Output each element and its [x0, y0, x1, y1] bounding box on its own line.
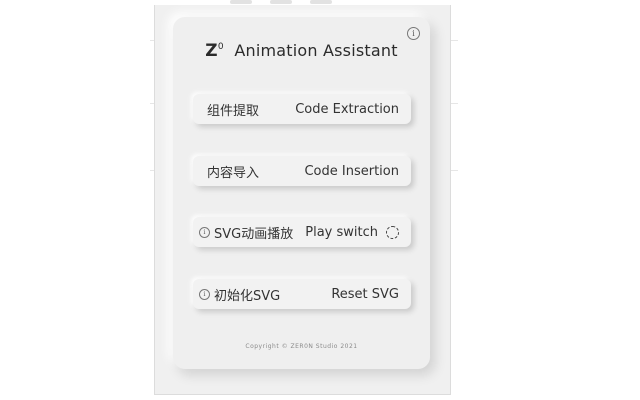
reset-svg-button[interactable]: i 初始化SVG Reset SVG [193, 279, 411, 309]
code-extraction-button[interactable]: 组件提取 Code Extraction [193, 94, 411, 124]
page-title: Z0 Animation Assistant [173, 41, 430, 61]
button-label-cn: 初始化SVG [214, 288, 281, 304]
background-element [270, 0, 292, 4]
loading-spinner-icon [386, 225, 399, 239]
background-element [310, 0, 332, 4]
copyright-text: Copyright © ZER0N Studio 2021 [245, 343, 358, 350]
code-insertion-button[interactable]: 内容导入 Code Insertion [193, 156, 411, 186]
info-icon[interactable]: i [199, 288, 210, 300]
info-icon[interactable]: i [199, 226, 210, 238]
extension-popup: i Z0 Animation Assistant 组件提取 Code Extra… [154, 5, 451, 395]
main-card: i Z0 Animation Assistant 组件提取 Code Extra… [173, 17, 430, 369]
button-left: i 初始化SVG [199, 285, 280, 304]
browser-viewport: i Z0 Animation Assistant 组件提取 Code Extra… [0, 0, 640, 400]
info-icon[interactable]: i [407, 27, 420, 40]
button-label-cn: SVG动画播放 [214, 226, 294, 242]
play-switch-button[interactable]: i SVG动画播放 Play switch [193, 217, 411, 247]
button-label-en: Play switch [305, 224, 378, 240]
button-label-cn: 内容导入 [207, 165, 260, 181]
logo-letter: Z [205, 41, 218, 61]
button-label-en: Code Insertion [304, 163, 399, 179]
button-right: Play switch [305, 225, 399, 240]
button-left: i SVG动画播放 [199, 223, 293, 242]
logo-superscript: 0 [217, 42, 224, 52]
button-label-en: Reset SVG [331, 286, 399, 302]
button-label-en: Code Extraction [295, 101, 399, 117]
logo: Z0 [205, 41, 223, 61]
button-label-cn: 组件提取 [207, 103, 260, 119]
title-text: Animation Assistant [234, 41, 398, 60]
background-element [230, 0, 252, 4]
